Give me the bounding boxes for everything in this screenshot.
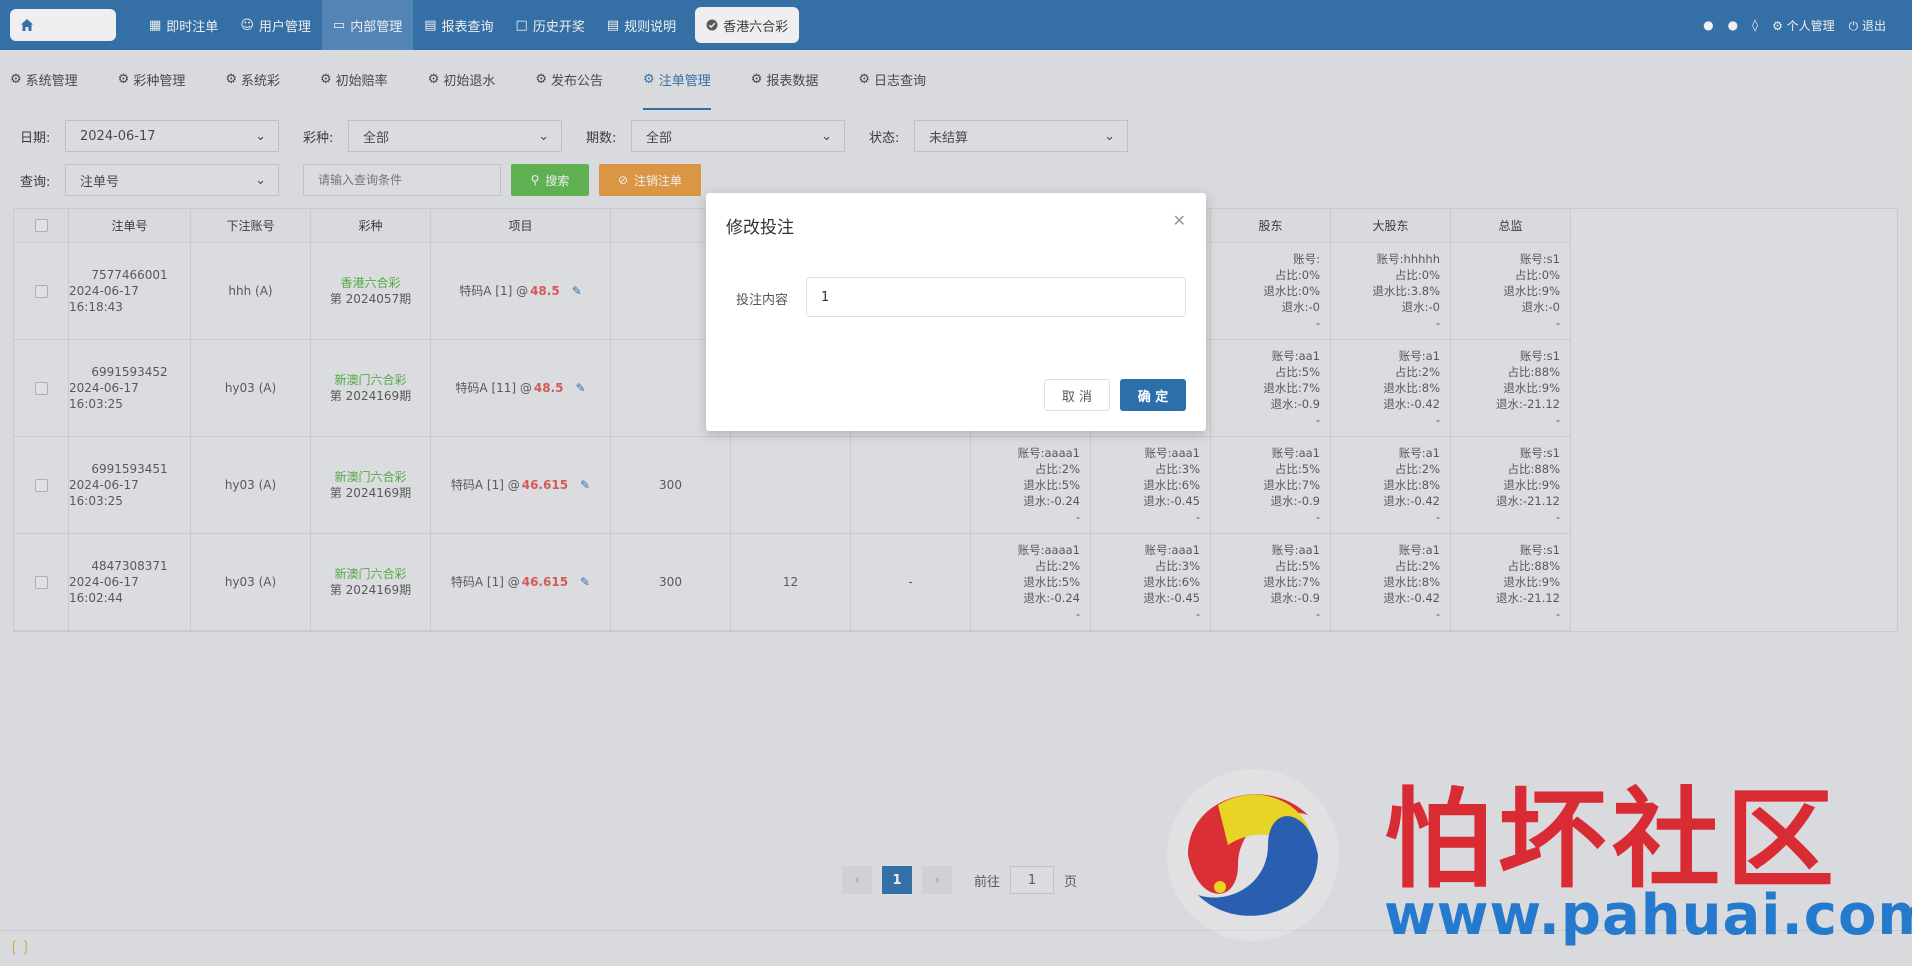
confirm-button[interactable]: 确 定 xyxy=(1120,379,1186,411)
close-icon[interactable]: ✕ xyxy=(1173,211,1186,230)
bet-content-input[interactable]: 1 xyxy=(806,277,1186,317)
dialog-title: 修改投注 xyxy=(726,218,794,238)
bet-content-label: 投注内容 xyxy=(736,293,789,308)
modal-overlay xyxy=(0,0,1912,966)
edit-bet-dialog: 修改投注 ✕ 投注内容 1 取 消 确 定 xyxy=(706,193,1206,431)
cancel-button[interactable]: 取 消 xyxy=(1044,379,1110,411)
